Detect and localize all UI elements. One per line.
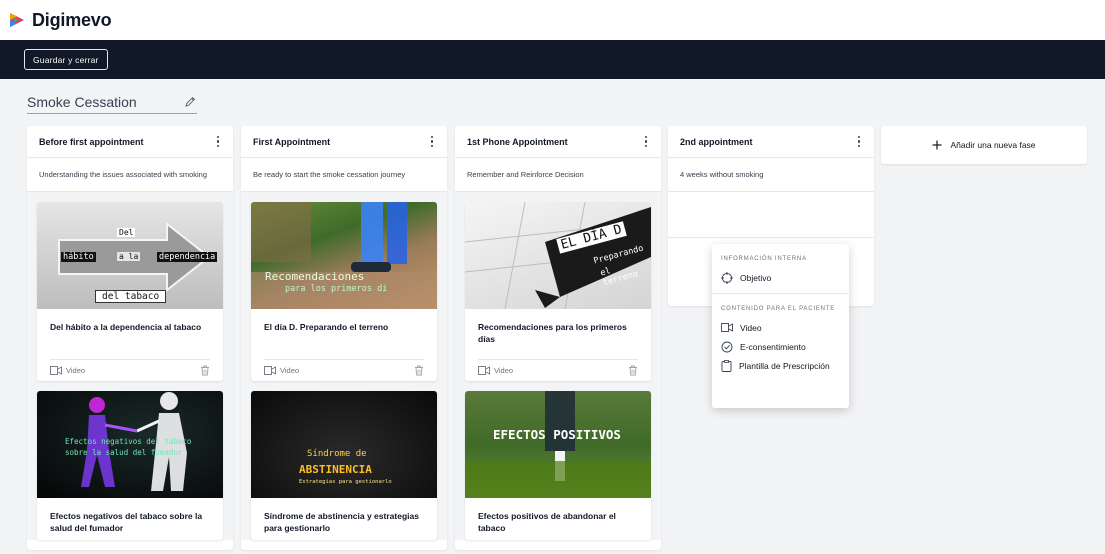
action-bar: Guardar y cerrar [0,40,1105,79]
title-field[interactable]: Smoke Cessation [27,90,197,114]
logo-icon [10,13,24,27]
app-logo[interactable]: Digimevo [8,9,112,31]
trash-icon[interactable] [628,365,638,376]
target-icon [721,271,733,284]
phase-title: Before first appointment [39,136,144,147]
add-content-menu: INFORMACIÓN INTERNA Objetivo CONTENIDO P… [712,244,849,408]
card-title: Del hábito a la dependencia al tabaco [50,322,202,332]
menu-item-prescription[interactable]: Plantilla de Prescripción [712,356,849,375]
menu-item-video[interactable]: Video [712,318,849,337]
card-thumbnail: Efectos negativos del tabaco sobre la sa… [37,391,223,498]
phase-header: First Appointment [241,126,447,158]
thumb-text: Efectos negativos del tabaco [65,437,192,446]
thumb-text: Síndrome de [307,449,367,459]
menu-section-patient: CONTENIDO PARA EL PACIENTE [721,306,836,312]
thumb-text: para los primeros di [285,284,388,294]
phase-header: Before first appointment [27,126,233,158]
content-type: Video [264,366,299,375]
pencil-icon[interactable] [183,95,197,109]
thumb-text: hábito [61,252,96,262]
content-type-label: Video [66,366,86,375]
content-type: Video [478,366,513,375]
menu-item-objective[interactable]: Objetivo [712,268,849,287]
content-card[interactable]: EL DÍA D Preparando el terreno Recomenda… [465,202,651,381]
phase-header: 1st Phone Appointment [455,126,661,158]
phase-description: Understanding the issues associated with… [27,158,233,192]
phase-description: 4 weeks without smoking [668,158,874,192]
field-graphic [465,391,651,498]
menu-section-internal: INFORMACIÓN INTERNA [721,256,807,262]
card-footer: Video [478,359,638,381]
card-thumbnail: EFECTOS POSITIVOS [465,391,651,498]
add-phase-button[interactable]: Añadir una nueva fase [881,126,1087,164]
phase-body: Recomendaciones para los primeros di El … [241,192,447,540]
kebab-icon[interactable] [641,135,651,149]
thumb-text: Estrategias para gestionarlo [299,479,392,485]
phase-title: First Appointment [253,136,331,147]
phase-body: EL DÍA D Preparando el terreno Recomenda… [455,192,661,540]
card-footer: Video [264,359,424,381]
thumb-text: EFECTOS POSITIVOS [493,427,621,442]
menu-item-label: Video [740,322,762,333]
card-thumbnail: EL DÍA D Preparando el terreno [465,202,651,309]
phase-title: 2nd appointment [680,136,753,147]
page-title: Smoke Cessation [27,93,137,110]
menu-item-econsent[interactable]: E-consentimiento [712,337,849,356]
video-icon [50,366,62,375]
content-type-label: Video [494,366,514,375]
thumb-text: Del [117,228,136,237]
card-thumbnail: Síndrome de ABSTINENCIA Estrategias para… [251,391,437,498]
kebab-icon[interactable] [213,135,223,149]
check-circle-icon [721,341,733,352]
kebab-icon[interactable] [427,135,437,149]
trash-icon[interactable] [414,365,424,376]
video-icon [264,366,276,375]
thumb-text: a la [117,252,141,261]
trash-icon[interactable] [200,365,210,376]
card-title: Efectos negativos del tabaco sobre la sa… [50,511,203,534]
menu-divider [712,293,849,294]
add-phase-label: Añadir una nueva fase [950,140,1036,150]
phase-column: Before first appointment Understanding t… [27,126,233,550]
card-title: Efectos positivos de abandonar el tabaco [478,511,616,534]
card-title: Recomendaciones para los primeros días [478,322,627,345]
content-card[interactable]: Recomendaciones para los primeros di El … [251,202,437,381]
menu-item-label: E-consentimiento [740,341,806,352]
thumb-text: ABSTINENCIA [299,463,372,476]
top-bar: Digimevo [0,0,1105,40]
content-type: Video [50,366,85,375]
phase-dropzone[interactable] [668,192,874,238]
thumb-text: dependencia [157,252,218,262]
content-card[interactable]: EFECTOS POSITIVOS Efectos positivos de a… [465,391,651,540]
save-close-button[interactable]: Guardar y cerrar [24,49,108,70]
menu-item-label: Objetivo [740,272,772,283]
video-icon [478,366,490,375]
app-name: Digimevo [32,9,112,30]
content-card[interactable]: Síndrome de ABSTINENCIA Estrategias para… [251,391,437,540]
phase-column: First Appointment Be ready to start the … [241,126,447,550]
card-title: Síndrome de abstinencia y estrategias pa… [264,511,419,534]
phase-column: 1st Phone Appointment Remember and Reinf… [455,126,661,550]
clipboard-icon [721,359,732,372]
thumb-text: sobre la salud del fumador [65,448,183,457]
kebab-icon[interactable] [854,135,864,149]
plus-icon [932,140,942,150]
card-footer: Video [50,359,210,381]
card-thumbnail: Del hábito a la dependencia del tabaco [37,202,223,309]
thumb-text: Recomendaciones [265,270,365,283]
phase-body: Del hábito a la dependencia del tabaco D… [27,192,233,540]
thumb-text: del tabaco [95,290,167,303]
content-type-label: Video [280,366,300,375]
phase-header: 2nd appointment [668,126,874,158]
phase-description: Be ready to start the smoke cessation jo… [241,158,447,192]
phase-description: Remember and Reinforce Decision [455,158,661,192]
video-icon [721,323,733,332]
card-title: El día D. Preparando el terreno [264,322,389,332]
content-card[interactable]: Efectos negativos del tabaco sobre la sa… [37,391,223,540]
card-thumbnail: Recomendaciones para los primeros di [251,202,437,309]
content-card[interactable]: Del hábito a la dependencia del tabaco D… [37,202,223,381]
menu-item-label: Plantilla de Prescripción [739,360,830,371]
phase-title: 1st Phone Appointment [467,136,568,147]
